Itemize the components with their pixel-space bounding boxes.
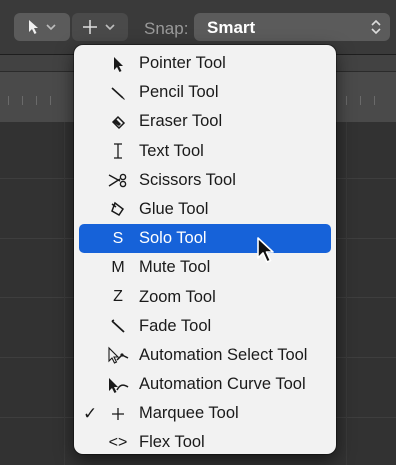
menu-item-mute-tool[interactable]: M Mute Tool: [79, 253, 331, 282]
ruler-tick: [374, 96, 375, 105]
crosshair-icon: [104, 402, 132, 425]
ruler-tick: [50, 96, 51, 105]
menu-item-label: Pointer Tool: [139, 54, 226, 72]
menu-item-label: Text Tool: [139, 141, 204, 160]
ruler-tick: [360, 96, 361, 105]
left-click-tool-menu-button[interactable]: [14, 13, 70, 41]
glue-icon: [104, 198, 132, 221]
menu-item-text-tool[interactable]: Text Tool: [79, 137, 331, 166]
snap-select[interactable]: Smart: [194, 13, 390, 41]
menu-item-pointer-tool[interactable]: Pointer Tool: [79, 49, 331, 78]
tool-menu: Pointer Tool Pencil Tool Eraser Tool Text T…: [74, 45, 336, 454]
pencil-icon: [104, 81, 132, 104]
snap-value: Smart: [207, 18, 256, 37]
menu-item-label: Mute Tool: [139, 258, 211, 277]
menu-item-solo-tool[interactable]: S Solo Tool: [79, 224, 331, 254]
ruler-tick: [36, 96, 37, 105]
menu-item-automation-curve-tool[interactable]: Automation Curve Tool: [79, 370, 331, 399]
menu-item-label: Glue Tool: [139, 199, 209, 218]
menu-item-pencil-tool[interactable]: Pencil Tool: [79, 78, 331, 107]
text-cursor-icon: [104, 140, 132, 163]
menu-item-label: Scissors Tool: [139, 170, 236, 189]
command-click-tool-menu-button[interactable]: [72, 13, 128, 41]
menu-item-label: Fade Tool: [139, 316, 212, 335]
menu-item-label: Automation Curve Tool: [139, 375, 306, 394]
menu-item-eraser-tool[interactable]: Eraser Tool: [79, 107, 331, 136]
pointer-arrow-icon: [104, 52, 132, 75]
menu-item-scissors-tool[interactable]: Scissors Tool: [79, 166, 331, 195]
eraser-icon: [104, 110, 132, 133]
mute-tool-letter-icon: M: [111, 258, 125, 276]
menu-item-label: Eraser Tool: [139, 112, 223, 131]
menu-item-label: Solo Tool: [139, 229, 207, 248]
menu-item-fade-tool[interactable]: Fade Tool: [79, 312, 331, 341]
menu-item-flex-tool[interactable]: <> Flex Tool: [79, 428, 331, 457]
automation-curve-icon: [104, 373, 132, 396]
ruler-tick: [346, 96, 347, 105]
flex-tool-letter-icon: <>: [108, 433, 128, 451]
menu-item-label: Automation Select Tool: [139, 345, 308, 364]
automation-select-icon: [104, 344, 132, 367]
menu-item-glue-tool[interactable]: Glue Tool: [79, 195, 331, 224]
menu-item-label: Zoom Tool: [139, 287, 216, 306]
menu-item-automation-select-tool[interactable]: Automation Select Tool: [79, 341, 331, 370]
zoom-tool-letter-icon: Z: [113, 288, 123, 305]
menu-item-label: Flex Tool: [139, 433, 205, 452]
menu-item-label: Marquee Tool: [139, 404, 239, 423]
grid-line: [346, 122, 347, 465]
snap-label: Snap:: [144, 19, 189, 38]
scissors-icon: [104, 169, 132, 192]
solo-tool-letter-icon: S: [112, 229, 124, 247]
ruler-tick: [8, 96, 9, 105]
menu-item-marquee-tool[interactable]: ✓ Marquee Tool: [79, 399, 331, 428]
menu-item-label: Pencil Tool: [139, 83, 219, 102]
checkmark-icon: ✓: [83, 404, 98, 424]
stepper-arrows-icon: [371, 19, 381, 35]
menu-item-zoom-tool[interactable]: Z Zoom Tool: [79, 283, 331, 312]
mouse-cursor-icon: [257, 237, 274, 263]
ruler-tick: [22, 96, 23, 105]
fade-icon: [104, 315, 132, 338]
grid-line: [64, 122, 65, 465]
